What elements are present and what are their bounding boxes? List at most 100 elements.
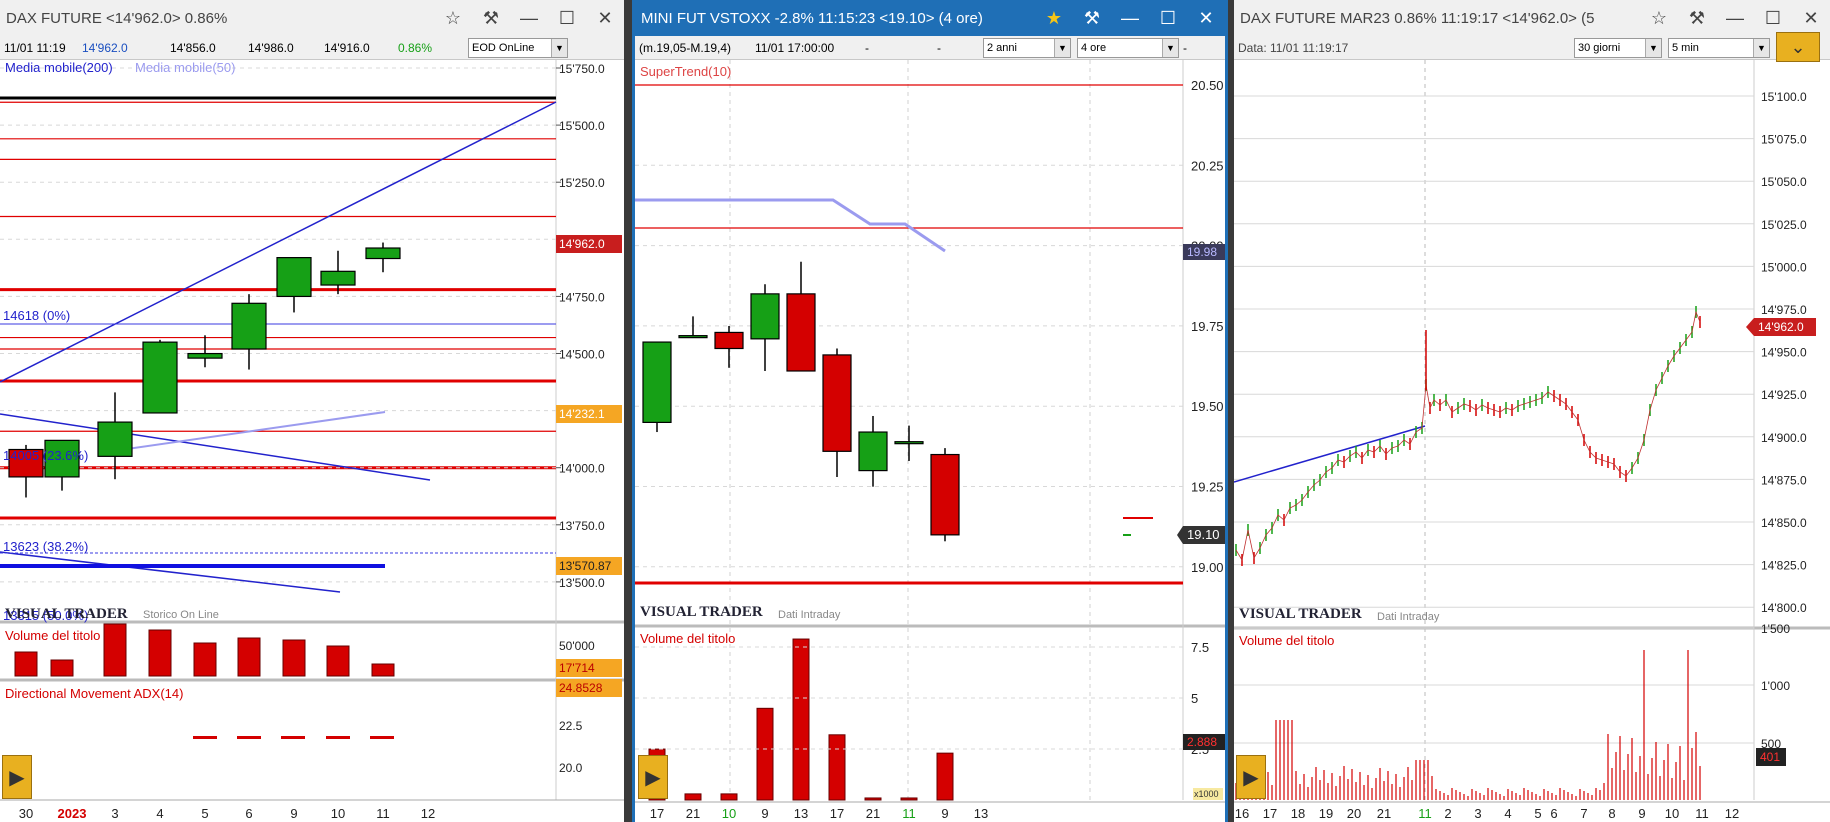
expand-arrow-button[interactable]: ▶ — [2, 755, 32, 799]
adx-bar — [237, 736, 261, 739]
star-icon[interactable]: ★ — [1035, 0, 1073, 36]
right-chart-canvas[interactable]: 15'100.0 15'075.0 15'050.0 15'025.0 15'000.0… — [1234, 60, 1830, 822]
feed-select[interactable]: EOD OnLine ▼ — [468, 37, 568, 58]
trendline-up — [0, 101, 557, 383]
candle-body — [231, 302, 267, 350]
volume-bar — [756, 707, 774, 801]
x-tick-label: 30 — [19, 806, 33, 821]
x-tick-label: 4 — [1504, 806, 1511, 821]
quote-date: 11/01 17:00:00 — [755, 40, 835, 55]
x-tick-label: 20 — [1347, 806, 1361, 821]
panel-divider[interactable] — [624, 0, 632, 822]
candle-body — [894, 441, 924, 445]
interval-select[interactable]: 5 min ▼ — [1668, 37, 1770, 58]
x-tick-label: 12 — [1725, 806, 1739, 821]
x-tick-label: 6 — [1550, 806, 1557, 821]
x-tick-label: 3 — [111, 806, 118, 821]
quote-dash: - — [865, 40, 869, 55]
right-window-titlebar[interactable]: DAX FUTURE MAR23 0.86% 11:19:17 <14'962.… — [1234, 0, 1830, 36]
volume-bar — [282, 639, 306, 677]
x-tick-label: 5 — [201, 806, 208, 821]
brand-logo: VISUAL TRADER — [1239, 606, 1362, 622]
minimize-icon[interactable]: — — [510, 0, 548, 36]
chevron-down-icon[interactable]: ▼ — [1162, 38, 1178, 57]
adx-tick-label: 22.5 — [559, 719, 583, 733]
left-window-titlebar[interactable]: DAX FUTURE <14'962.0> 0.86% ☆ ⚒ — ☐ ✕ — [0, 0, 624, 36]
price-tick-label: 15'250.0 — [559, 176, 605, 190]
interval-select[interactable]: 4 ore ▼ — [1077, 37, 1179, 58]
middle-chart-canvas[interactable]: 20.5020.2520.0019.7519.5019.2519.00Super… — [635, 60, 1225, 822]
adx-bar — [326, 736, 350, 739]
price-tick-label: 13'750.0 — [559, 519, 605, 533]
volume-bar — [900, 797, 918, 801]
close-icon[interactable]: ✕ — [586, 0, 624, 36]
adx-label: Directional Movement ADX(14) — [5, 686, 183, 701]
quote-change: 0.86% — [398, 40, 433, 55]
price-tick-label: 15'025.0 — [1761, 218, 1807, 232]
volume-tick-label: 1'000 — [1761, 679, 1790, 693]
price-tick-label: 20.50 — [1191, 78, 1224, 93]
hammer-icon[interactable]: ⚒ — [472, 0, 510, 36]
expand-arrow-button[interactable]: ▶ — [1236, 755, 1266, 799]
fib-label: 14005 (23.6%) — [3, 448, 88, 463]
adx-bar — [281, 736, 305, 739]
minimize-icon[interactable]: — — [1716, 0, 1754, 36]
price-tick-label: 14'825.0 — [1761, 559, 1807, 573]
period-select[interactable]: 30 giorni ▼ — [1574, 37, 1662, 58]
price-tick-label: 15'000.0 — [1761, 260, 1807, 274]
x-tick-label: 13 — [794, 806, 808, 821]
right-quote-bar: Data: 11/01 11:19:17 30 giorni ▼ 5 min ▼ — [1234, 36, 1830, 60]
star-icon[interactable]: ☆ — [1640, 0, 1678, 36]
trendline — [1234, 425, 1426, 483]
close-icon[interactable]: ✕ — [1792, 0, 1830, 36]
price-tick-label: 20.25 — [1191, 158, 1224, 173]
volume-bar — [14, 651, 38, 677]
chevron-down-icon[interactable]: ▼ — [1645, 38, 1661, 57]
x-tick-label: 18 — [1291, 806, 1305, 821]
close-icon[interactable]: ✕ — [1187, 0, 1225, 36]
volume-bar — [148, 629, 172, 677]
last-price-tag: 19.10 — [1187, 527, 1220, 542]
indicator-label: SuperTrend(10) — [640, 64, 731, 79]
maximize-icon[interactable]: ☐ — [548, 0, 586, 36]
collapse-arrow-button[interactable]: ⌄ — [1776, 32, 1820, 62]
candle-body — [714, 331, 744, 350]
x-tick-label: 9 — [1638, 806, 1645, 821]
hammer-icon[interactable]: ⚒ — [1678, 0, 1716, 36]
price-tick-label: 15'500.0 — [559, 119, 605, 133]
price-tick-label: 19.00 — [1191, 560, 1224, 575]
middle-window-titlebar[interactable]: MINI FUT VSTOXX -2.8% 11:15:23 <19.10> (… — [635, 0, 1225, 36]
x-tick-label: 17 — [1263, 806, 1277, 821]
x-tick-label: 9 — [761, 806, 768, 821]
period-select[interactable]: 2 anni ▼ — [983, 37, 1071, 58]
level-tag: 14'232.1 — [559, 407, 605, 421]
maximize-icon[interactable]: ☐ — [1149, 0, 1187, 36]
candle-body — [750, 293, 780, 340]
minimize-icon[interactable]: — — [1111, 0, 1149, 36]
quote-date: Data: 11/01 11:19:17 — [1238, 40, 1349, 55]
price-tick-label: 19.25 — [1191, 480, 1224, 495]
price-tick-label: 14'950.0 — [1761, 346, 1807, 360]
x-tick-label: 4 — [156, 806, 163, 821]
maximize-icon[interactable]: ☐ — [1754, 0, 1792, 36]
x-tick-label: 10 — [331, 806, 345, 821]
expand-arrow-button[interactable]: ▶ — [638, 755, 668, 799]
x-tick-label: 9 — [290, 806, 297, 821]
brand-subtitle: Storico On Line — [143, 609, 219, 621]
star-icon[interactable]: ☆ — [434, 0, 472, 36]
chevron-down-icon[interactable]: ▼ — [551, 38, 567, 57]
chevron-down-icon[interactable]: ▼ — [1753, 38, 1769, 57]
x-tick-label: 10 — [722, 806, 736, 821]
quote-last: 14'962.0 — [82, 40, 128, 55]
adx-tick-label: 20.0 — [559, 761, 583, 775]
hammer-icon[interactable]: ⚒ — [1073, 0, 1111, 36]
ma200-label: Media mobile(200) — [5, 60, 113, 75]
price-tick-label: 14'750.0 — [559, 290, 605, 304]
chevron-down-icon[interactable]: ▼ — [1054, 38, 1070, 57]
x-tick-label: 10 — [1665, 806, 1679, 821]
supertrend-tag: 19.98 — [1187, 245, 1217, 259]
x-tick-label: 9 — [941, 806, 948, 821]
level-tag: 13'570.87 — [559, 559, 612, 573]
left-chart-canvas[interactable]: 15'750.015'500.015'250.015'000.014'750.0… — [0, 60, 624, 822]
price-tick-label: 14'875.0 — [1761, 473, 1807, 487]
